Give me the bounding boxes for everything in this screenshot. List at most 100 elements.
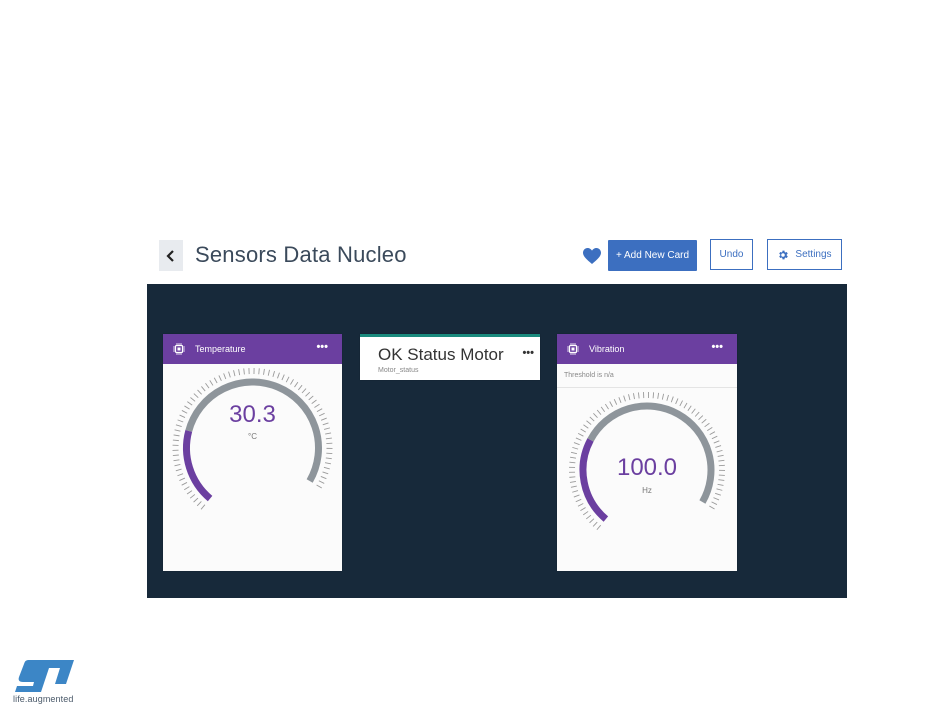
gauge-tick — [193, 393, 199, 398]
gauge-tick — [197, 389, 202, 395]
gauge-tick — [580, 428, 586, 433]
gauge-tick — [290, 379, 294, 385]
card-title: Vibration — [589, 344, 625, 354]
gauge-tick — [687, 405, 692, 411]
gauge-tick — [181, 482, 188, 486]
gauge-tick — [582, 511, 589, 516]
temperature-card[interactable]: Temperature ••• 30.3 °C — [163, 334, 342, 571]
gauge-tick — [613, 399, 618, 405]
gauge-tick — [297, 384, 303, 391]
gauge-tick — [577, 432, 584, 437]
vibration-value: 100.0 — [616, 454, 678, 481]
gauge-tick — [661, 393, 665, 400]
undo-button[interactable]: Undo — [710, 239, 753, 270]
gauge-tick — [294, 381, 299, 388]
gauge-tick — [596, 409, 602, 415]
gauge-tick — [713, 440, 720, 444]
gauge-tick — [585, 514, 592, 520]
gauge-tick — [604, 403, 609, 410]
gauge-tick — [238, 369, 241, 376]
gauge-tick — [196, 501, 202, 507]
gauge-tick — [205, 383, 210, 389]
gauge-tick — [173, 459, 180, 462]
settings-button[interactable]: Settings — [767, 239, 842, 270]
gauge-tick — [322, 471, 329, 475]
temperature-gauge — [172, 368, 333, 510]
add-new-card-button[interactable]: + Add New Card — [608, 240, 697, 271]
back-button[interactable] — [159, 240, 183, 271]
card-menu-button[interactable]: ••• — [316, 342, 328, 353]
gauge-tick — [683, 402, 688, 409]
gauge-tick — [323, 466, 330, 470]
gauge-tick — [609, 401, 613, 407]
gauge-tick — [174, 464, 181, 467]
gauge-tick — [679, 400, 683, 407]
gauge-tick — [201, 386, 206, 392]
vibration-unit: Hz — [642, 486, 652, 495]
card-menu-button[interactable]: ••• — [522, 347, 534, 359]
gauge-tick — [320, 475, 327, 480]
gauge-tick — [308, 395, 314, 401]
gauge-tick — [592, 521, 598, 527]
chip-icon — [173, 343, 185, 355]
gauge-tick — [573, 442, 580, 446]
gauge-tick — [285, 376, 290, 383]
card-menu-button[interactable]: ••• — [711, 342, 723, 353]
gauge-tick — [666, 394, 669, 401]
gauge-tick — [589, 416, 595, 422]
motor-status-card[interactable]: OK Status Motor Motor_status ••• — [360, 334, 540, 380]
gauge-tick — [281, 374, 285, 381]
gauge-tick — [325, 457, 332, 460]
gauge-tick — [243, 368, 245, 375]
gauge-tick — [209, 380, 214, 386]
gauge-tick — [573, 494, 580, 498]
gauge-tick — [628, 394, 631, 401]
gauge-tick — [193, 497, 199, 503]
gauge-tick — [711, 501, 718, 505]
gauge-tick — [263, 368, 265, 375]
gauge-tick — [698, 415, 704, 421]
gauge-tick — [596, 524, 602, 531]
gauge-tick — [316, 484, 323, 489]
gauge-tick — [324, 462, 332, 465]
gauge-tick — [638, 392, 640, 399]
gauge-tick — [179, 477, 186, 481]
gear-icon — [779, 250, 789, 259]
page-title: Sensors Data Nucleo — [195, 242, 407, 267]
gauge-tick — [200, 504, 206, 510]
gauge-tick — [623, 395, 626, 402]
gauge-tick — [652, 392, 655, 399]
gauge-tick — [233, 370, 236, 377]
gauge-tick — [272, 370, 275, 377]
gauge-tick — [172, 454, 179, 457]
gauge-tick — [572, 446, 579, 450]
heart-icon[interactable] — [583, 248, 601, 265]
gauge-tick — [709, 431, 716, 436]
gauge-tick — [267, 369, 270, 376]
gauge-tick — [704, 422, 710, 428]
gauge-tick — [223, 373, 227, 380]
threshold-text: Threshold is n/a — [564, 372, 614, 379]
gauge-tick — [709, 505, 715, 510]
temperature-unit: °C — [248, 432, 257, 441]
dashboard-canvas: Temperature ••• 30.3 °C OK Status Motor … — [147, 284, 847, 598]
gauge-tick — [586, 420, 592, 425]
vibration-card[interactable]: Vibration ••• Threshold is n/a 100.0 Hz — [557, 334, 737, 571]
status-title: OK Status Motor — [378, 345, 504, 364]
gauge-tick — [715, 445, 722, 448]
gauge-tick — [583, 424, 589, 429]
gauge-tick — [318, 480, 325, 484]
gauge-tick — [711, 435, 718, 440]
chevron-left-icon — [166, 249, 174, 262]
gauge-tick — [301, 388, 307, 394]
gauge-tick — [575, 498, 582, 503]
gauge-tick — [174, 429, 181, 432]
gauge-tick — [701, 418, 707, 424]
gauge-tick — [175, 468, 182, 472]
chip-icon — [567, 343, 579, 355]
gauge-tick — [189, 494, 196, 499]
gauge-tick — [575, 437, 582, 441]
gauge-fill — [183, 430, 213, 502]
settings-label: Settings — [795, 249, 832, 260]
divider — [557, 387, 737, 388]
